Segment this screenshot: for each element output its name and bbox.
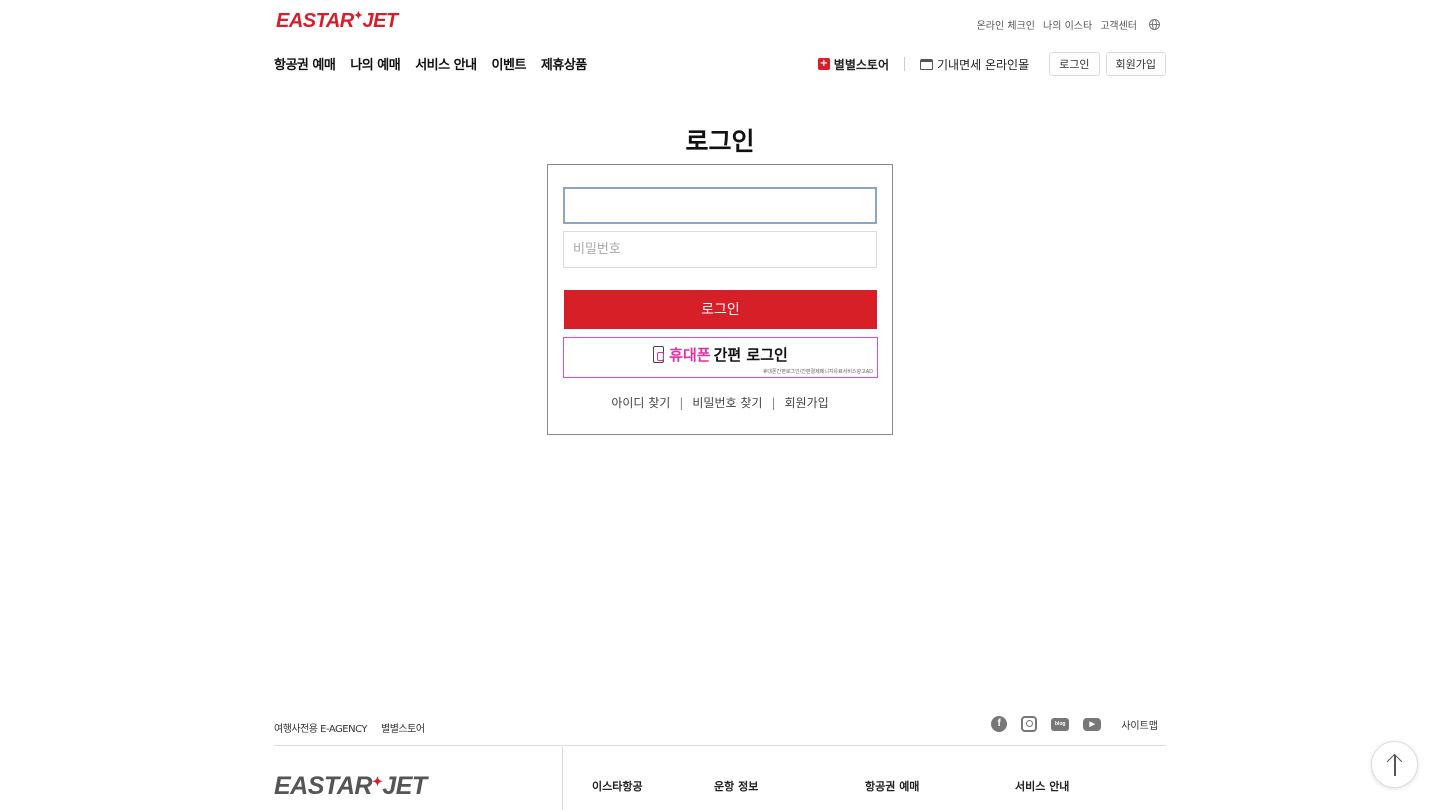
find-password-link[interactable]: 비밀번호 찾기 [692, 394, 762, 411]
nav-item-my-booking[interactable]: 나의 예매 [350, 54, 400, 73]
customer-center-link[interactable]: 고객센터 [1100, 17, 1137, 32]
footer-col-flight-info[interactable]: 운항 정보 [714, 778, 758, 794]
page-title: 로그인 [685, 127, 755, 156]
user-id-input[interactable] [563, 187, 877, 224]
e-agency-link[interactable]: 여행사전용 E-AGENCY [274, 720, 368, 735]
phone-login-label: 휴대폰 간편 로그인 [564, 344, 877, 365]
find-id-link[interactable]: 아이디 찾기 [611, 394, 670, 411]
link-separator: | [771, 395, 776, 410]
globe-icon[interactable] [1149, 19, 1160, 30]
duty-free-label: 기내면세 온라인몰 [937, 57, 1030, 72]
nav-item-services[interactable]: 서비스 안내 [415, 54, 477, 73]
footer-column-divider [562, 746, 563, 810]
main-nav: 항공권 예매 나의 예매 서비스 안내 이벤트 제휴상품 [274, 54, 587, 73]
star-icon: ✦ [371, 774, 383, 789]
footer-col-services[interactable]: 서비스 안내 [1015, 778, 1069, 794]
eastar-jet-logo[interactable]: EASTAR✦JET [276, 10, 398, 33]
facebook-icon[interactable]: f [991, 716, 1008, 732]
login-form: 비밀번호 로그인 휴대폰 간편 로그인 휴대폰간편로그인/간편결제페니지유료서비… [547, 164, 893, 435]
footer-divider [274, 745, 1166, 746]
header-right-nav: + 별별스토어 기내면세 온라인몰 로그인 회원가입 [817, 52, 1166, 76]
shop-icon [920, 58, 933, 70]
plus-icon: + [817, 58, 830, 70]
link-separator: | [679, 395, 684, 410]
my-eastar-link[interactable]: 나의 이스타 [1043, 17, 1092, 32]
scroll-to-top-button[interactable] [1371, 741, 1418, 788]
footer-col-eastar[interactable]: 이스타항공 [592, 778, 643, 794]
password-input[interactable]: 비밀번호 [563, 231, 877, 268]
footer-col-booking[interactable]: 항공권 예매 [865, 778, 919, 794]
nav-item-events[interactable]: 이벤트 [492, 54, 527, 73]
footer-logo: EASTAR✦JET [274, 772, 427, 800]
duty-free-link[interactable]: 기내면세 온라인몰 [920, 56, 1029, 73]
nav-item-booking[interactable]: 항공권 예매 [274, 54, 336, 73]
header-login-button[interactable]: 로그인 [1049, 52, 1100, 76]
instagram-icon[interactable] [1021, 716, 1038, 732]
nav-item-partners[interactable]: 제휴상품 [541, 54, 587, 73]
social-links: f blog ▶ 사이트맵 [991, 716, 1158, 732]
phone-login-button[interactable]: 휴대폰 간편 로그인 휴대폰간편로그인/간편결제페니지유료서비스광고AD [563, 337, 878, 378]
account-links: 아이디 찾기 | 비밀번호 찾기 | 회원가입 [548, 394, 892, 411]
phone-login-ad-note: 휴대폰간편로그인/간편결제페니지유료서비스광고AD [762, 369, 873, 375]
divider [904, 57, 905, 71]
online-checkin-link[interactable]: 온라인 체크인 [977, 17, 1035, 32]
footer-store-link[interactable]: 별별스토어 [381, 720, 425, 735]
signup-link[interactable]: 회원가입 [785, 394, 829, 411]
header-signup-button[interactable]: 회원가입 [1105, 52, 1166, 76]
store-link[interactable]: + 별별스토어 [817, 56, 889, 73]
login-button[interactable]: 로그인 [564, 290, 877, 329]
youtube-icon[interactable]: ▶ [1083, 717, 1102, 731]
utility-nav: 온라인 체크인 나의 이스타 고객센터 [977, 17, 1160, 32]
blog-icon[interactable]: blog [1051, 717, 1070, 731]
sitemap-link[interactable]: 사이트맵 [1121, 717, 1158, 732]
store-label: 별별스토어 [833, 57, 889, 72]
footer-top-links: 여행사전용 E-AGENCY 별별스토어 [274, 720, 425, 735]
smartphone-icon [653, 346, 665, 363]
star-icon: ✦ [353, 10, 363, 22]
